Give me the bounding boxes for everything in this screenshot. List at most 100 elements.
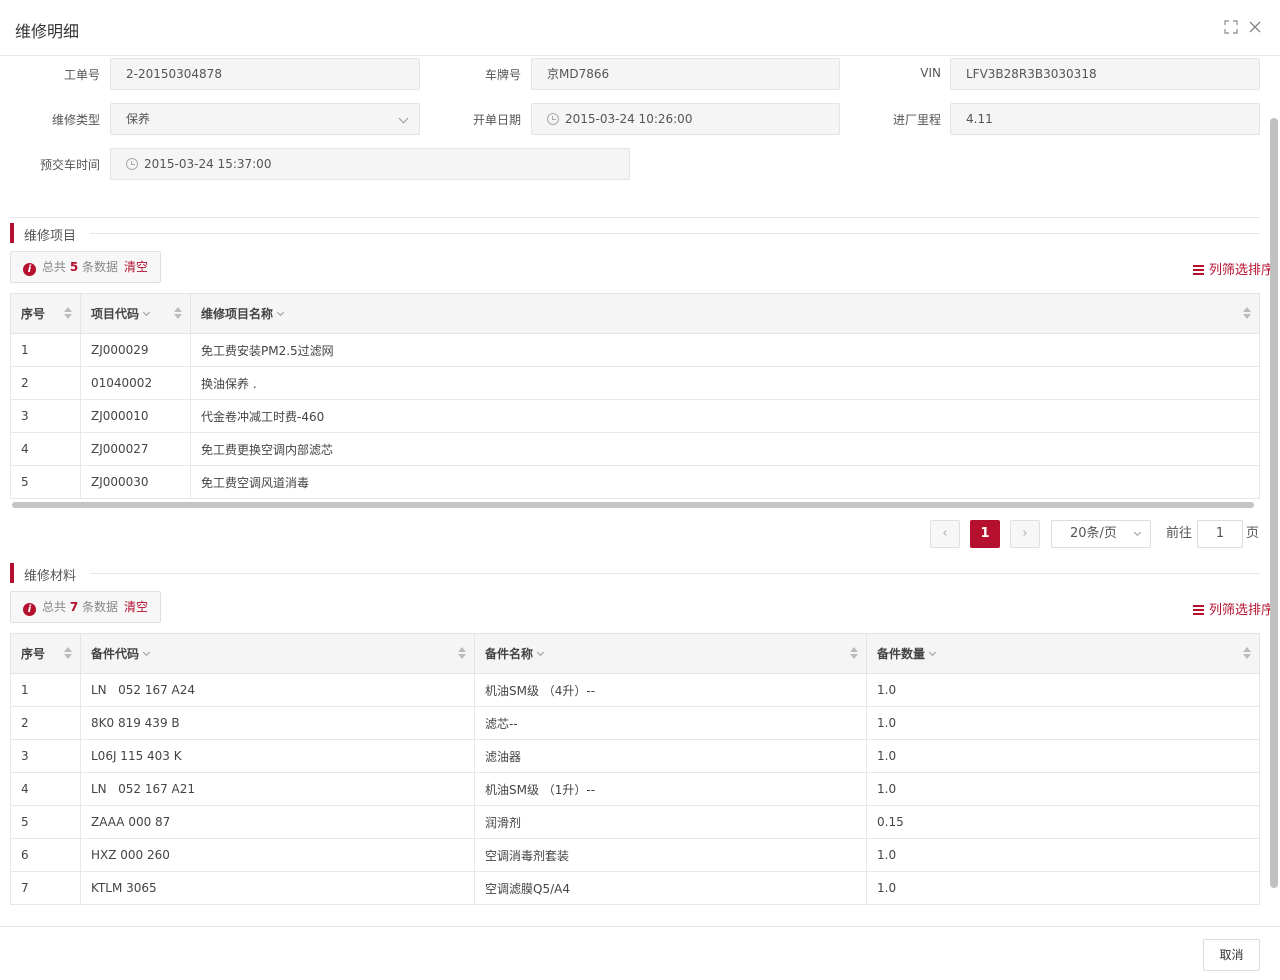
table-cell: ZAAA 000 87 — [80, 805, 475, 839]
table-row[interactable]: 7 KTLM 3065 空调滤膜Q5/A4 1.0 — [10, 871, 1260, 905]
table-cell: ZJ000030 — [80, 465, 191, 499]
sort-icon[interactable] — [174, 307, 182, 319]
table-cell: 1.0 — [866, 673, 1260, 707]
close-icon[interactable] — [1248, 20, 1262, 34]
column-header-part-code[interactable]: 备件代码 — [80, 633, 475, 674]
table-cell: 免工费空调风道消毒 — [190, 465, 1260, 499]
table-row[interactable]: 4 ZJ000027 免工费更换空调内部滤芯 — [10, 432, 1260, 466]
table-row[interactable]: 6 HXZ 000 260 空调消毒剂套装 1.0 — [10, 838, 1260, 872]
table-cell: ZJ000010 — [80, 399, 191, 433]
items-section-label: 维修项目 — [24, 229, 77, 244]
sort-icon[interactable] — [64, 647, 72, 659]
table-row[interactable]: 3 ZJ000010 代金卷冲减工时费-460 — [10, 399, 1260, 433]
vin-field[interactable]: LFV3B28R3B3030318 — [950, 58, 1260, 90]
info-icon: i — [23, 603, 36, 616]
materials-count: 7 — [69, 600, 79, 614]
page-unit-label: 页 — [1246, 526, 1260, 541]
next-page-button[interactable]: › — [1010, 520, 1040, 548]
sort-icon[interactable] — [1243, 647, 1251, 659]
table-cell: 滤油器 — [474, 739, 867, 773]
cancel-button[interactable]: 取消 — [1203, 939, 1260, 971]
order-no-field[interactable]: 2-20150304878 — [110, 58, 420, 90]
table-cell: 5 — [10, 805, 81, 839]
page-size-select[interactable]: 20条/页 — [1051, 520, 1151, 548]
materials-clear-button[interactable]: 清空 — [124, 600, 148, 614]
maximize-icon[interactable] — [1224, 20, 1238, 34]
open-date-value: 2015-03-24 10:26:00 — [565, 112, 693, 126]
table-header-row: 序号 备件代码 备件名称 备件数量 — [10, 633, 1260, 674]
mileage-field[interactable]: 4.11 — [950, 103, 1260, 135]
prev-page-button[interactable]: ‹ — [930, 520, 960, 548]
table-row[interactable]: 4 LN 052 167 A21 机油SM级 （1升）-- 1.0 — [10, 772, 1260, 806]
column-header-part-qty[interactable]: 备件数量 — [866, 633, 1260, 674]
open-date-field[interactable]: 2015-03-24 10:26:00 — [531, 103, 840, 135]
vertical-scrollbar[interactable] — [1270, 118, 1278, 888]
table-cell: 滤芯-- — [474, 706, 867, 740]
plate-field[interactable]: 京MD7866 — [531, 58, 840, 90]
sort-icon[interactable] — [850, 647, 858, 659]
table-header-row: 序号 项目代码 维修项目名称 — [10, 293, 1260, 334]
table-cell: 1.0 — [866, 706, 1260, 740]
sort-icon[interactable] — [64, 307, 72, 319]
table-cell: LN 052 167 A24 — [80, 673, 475, 707]
dialog-footer: 取消 — [0, 926, 1280, 980]
filter-icon — [1192, 265, 1204, 275]
chevron-down-icon[interactable] — [142, 648, 151, 657]
table-cell: 免工费安装PM2.5过滤网 — [190, 333, 1260, 367]
items-clear-button[interactable]: 清空 — [124, 260, 148, 274]
table-row[interactable]: 5 ZJ000030 免工费空调风道消毒 — [10, 465, 1260, 499]
table-row[interactable]: 2 01040002 换油保养 . — [10, 366, 1260, 400]
column-filter-label: 列筛选排序 — [1208, 603, 1274, 618]
table-cell: 01040002 — [80, 366, 191, 400]
sort-icon[interactable] — [1243, 307, 1251, 319]
materials-section-label: 维修材料 — [24, 569, 77, 584]
page-size-value: 20条/页 — [1070, 526, 1117, 541]
dialog-body: 工单号 2-20150304878 车牌号 京MD7866 VIN LFV3B2… — [0, 56, 1280, 926]
chevron-down-icon — [1133, 528, 1142, 537]
table-cell: 1.0 — [866, 772, 1260, 806]
table-cell: 7 — [10, 871, 81, 905]
items-column-filter-button[interactable]: 列筛选排序 — [1192, 259, 1274, 278]
vin-value: LFV3B28R3B3030318 — [966, 67, 1097, 81]
sort-icon[interactable] — [458, 647, 466, 659]
delivery-label: 预交车时间 — [39, 158, 100, 172]
header-label: 备件数量 — [877, 647, 926, 661]
table-cell: HXZ 000 260 — [80, 838, 475, 872]
page-number-button[interactable]: 1 — [970, 520, 1000, 548]
horizontal-scrollbar[interactable] — [12, 502, 1254, 508]
table-cell: 3 — [10, 399, 81, 433]
table-cell: ZJ000029 — [80, 333, 191, 367]
chevron-down-icon[interactable] — [928, 648, 937, 657]
table-row[interactable]: 2 8K0 819 439 B 滤芯-- 1.0 — [10, 706, 1260, 740]
table-cell: 1.0 — [866, 838, 1260, 872]
section-marker — [10, 563, 14, 583]
chevron-down-icon[interactable] — [276, 308, 285, 317]
column-header-seq[interactable]: 序号 — [10, 293, 81, 334]
header-label: 维修项目名称 — [201, 307, 274, 321]
column-header-code[interactable]: 项目代码 — [80, 293, 191, 334]
goto-page-input[interactable]: 1 — [1197, 520, 1243, 548]
table-cell: 换油保养 . — [190, 366, 1260, 400]
table-cell: 1 — [10, 333, 81, 367]
table-row[interactable]: 1 LN 052 167 A24 机油SM级 （4升）-- 1.0 — [10, 673, 1260, 707]
items-pagination: ‹ 1 › 20条/页 前往 1 页 — [930, 520, 1260, 548]
materials-column-filter-button[interactable]: 列筛选排序 — [1192, 599, 1274, 618]
column-header-seq[interactable]: 序号 — [10, 633, 81, 674]
table-row[interactable]: 5 ZAAA 000 87 润滑剂 0.15 — [10, 805, 1260, 839]
clock-icon — [126, 158, 138, 170]
table-cell: 4 — [10, 432, 81, 466]
table-cell: 2 — [10, 366, 81, 400]
chevron-down-icon[interactable] — [142, 308, 151, 317]
summary-suffix: 条数据 — [82, 600, 119, 614]
mileage-value: 4.11 — [966, 112, 993, 126]
column-header-part-name[interactable]: 备件名称 — [474, 633, 867, 674]
table-row[interactable]: 1 ZJ000029 免工费安装PM2.5过滤网 — [10, 333, 1260, 367]
table-cell: 5 — [10, 465, 81, 499]
column-header-name[interactable]: 维修项目名称 — [190, 293, 1260, 334]
plate-label: 车牌号 — [484, 68, 521, 82]
plate-value: 京MD7866 — [547, 67, 610, 81]
delivery-field[interactable]: 2015-03-24 15:37:00 — [110, 148, 630, 180]
chevron-down-icon[interactable] — [536, 648, 545, 657]
repair-type-select[interactable]: 保养 — [110, 103, 420, 135]
table-row[interactable]: 3 L06J 115 403 K 滤油器 1.0 — [10, 739, 1260, 773]
